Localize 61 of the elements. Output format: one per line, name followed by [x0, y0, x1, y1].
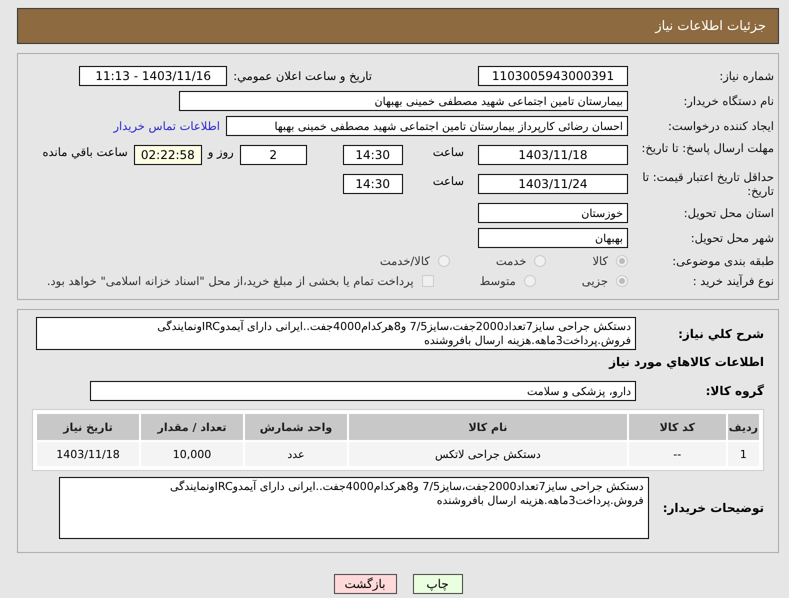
field-label: شهر محل تحویل: [690, 231, 774, 245]
option-label: کالا [592, 254, 608, 268]
print-button[interactable]: چاپ [412, 574, 462, 594]
field-label: گروه کالا: [704, 384, 764, 398]
field-label: ساعت [432, 145, 464, 159]
table-cell: دستکش جراحی لاتکس [349, 442, 627, 466]
field-label: نام دستگاه خریدار: [682, 94, 774, 108]
table-cell: عدد [245, 442, 347, 466]
field-label: روز و [208, 145, 234, 159]
field-label: ساعت باقي مانده [42, 145, 128, 159]
option-label: متوسط [480, 274, 516, 288]
buyer-contact-link[interactable]: اطلاعات تماس خریدار [113, 119, 220, 133]
column-header: تاریخ نیاز [37, 414, 139, 440]
field-label: ایجاد کننده درخواست: [667, 119, 774, 133]
column-header: نام کالا [349, 414, 627, 440]
field-label: مهلت ارسال پاسخ: تا تاریخ: [640, 141, 774, 155]
column-header: واحد شمارش [245, 414, 347, 440]
requester-field: احسان رضائی کارپرداز بیمارستان تامین اجتماعی شهید مصطفی خمینی بهبها [226, 116, 628, 136]
field-label: طبقه بندی موضوعی: [671, 254, 774, 268]
column-header: کد کالا [628, 414, 726, 440]
field-label: نوع فرآیند خرید : [692, 274, 774, 288]
field-label: استان محل تحویل: [682, 206, 774, 220]
deadline-time-field: 14:30 [342, 145, 403, 165]
table-cell: 1 [728, 442, 759, 466]
buyer-notes-field: دستکش جراحی سایز7تعداد2000جفت،سایز7/5 و8هرکدام4000جفت..ایرانی دارای آیمدوIRCونمایندگی فروش.پرداخت3ماهه.هزینه ارسال بافروشنده [58, 477, 649, 539]
province-field: خوزستان [478, 203, 628, 223]
field-label: حداقل تاریخ اعتبار قیمت: تا تاریخ: [641, 170, 774, 198]
deadline-date-field: 1403/11/18 [478, 145, 628, 165]
back-button[interactable]: بازگشت [334, 574, 396, 594]
option-label: خدمت [496, 254, 526, 268]
description-field: دستکش جراحی سایز7تعداد2000جفت،سایز7/5 و8هرکدام4000جفت..ایرانی دارای آیمدوIRCونمایندگی فروش.پرداخت3ماهه.هزینه ارسال بافروشنده [36, 317, 636, 350]
announce-date-field: 1403/11/16 - 11:13 [79, 66, 228, 86]
goods-group-field: دارو، پزشکی و سلامت [90, 381, 636, 401]
column-header: تعداد / مقدار [141, 414, 243, 440]
table-cell: 1403/11/18 [37, 442, 139, 466]
field-label: ساعت [432, 174, 464, 188]
checkbox[interactable] [422, 275, 434, 287]
column-header: ردیف [728, 414, 759, 440]
validity-date-field: 1403/11/24 [478, 174, 628, 194]
radio-button[interactable] [524, 275, 536, 287]
option-label: جزیی [582, 274, 608, 288]
option-label: پرداخت تمام یا بخشی از مبلغ خرید،از محل "اسناد خزانه اسلامی" خواهد بود. [46, 274, 414, 288]
validity-time-field: 14:30 [342, 174, 403, 194]
buyer-name-field: بیمارستان تامین اجتماعی شهید مصطفی خمینی بهبهان [179, 91, 628, 111]
field-label: شماره نیاز: [718, 69, 774, 83]
radio-button[interactable] [616, 255, 628, 267]
page-title-bar: جزئیات اطلاعات نیاز [17, 8, 779, 44]
option-label: کالا/خدمت [380, 254, 430, 268]
city-field: بهبهان [478, 228, 628, 248]
section-title: اطلاعات کالاهاي مورد نياز [608, 355, 764, 369]
radio-button[interactable] [616, 275, 628, 287]
table-cell: 10,000 [141, 442, 243, 466]
request-number-field: 1103005943000391 [478, 66, 628, 86]
radio-button[interactable] [534, 255, 546, 267]
days-left-field: 2 [240, 145, 307, 165]
countdown-field: 02:22:58 [134, 145, 202, 165]
field-label: توضیحات خریدار: [662, 501, 764, 515]
field-label: تاریخ و ساعت اعلان عمومي: [233, 69, 372, 83]
field-label: شرح كلي نياز: [677, 326, 764, 340]
table-cell: -- [628, 442, 726, 466]
radio-button[interactable] [438, 255, 450, 267]
